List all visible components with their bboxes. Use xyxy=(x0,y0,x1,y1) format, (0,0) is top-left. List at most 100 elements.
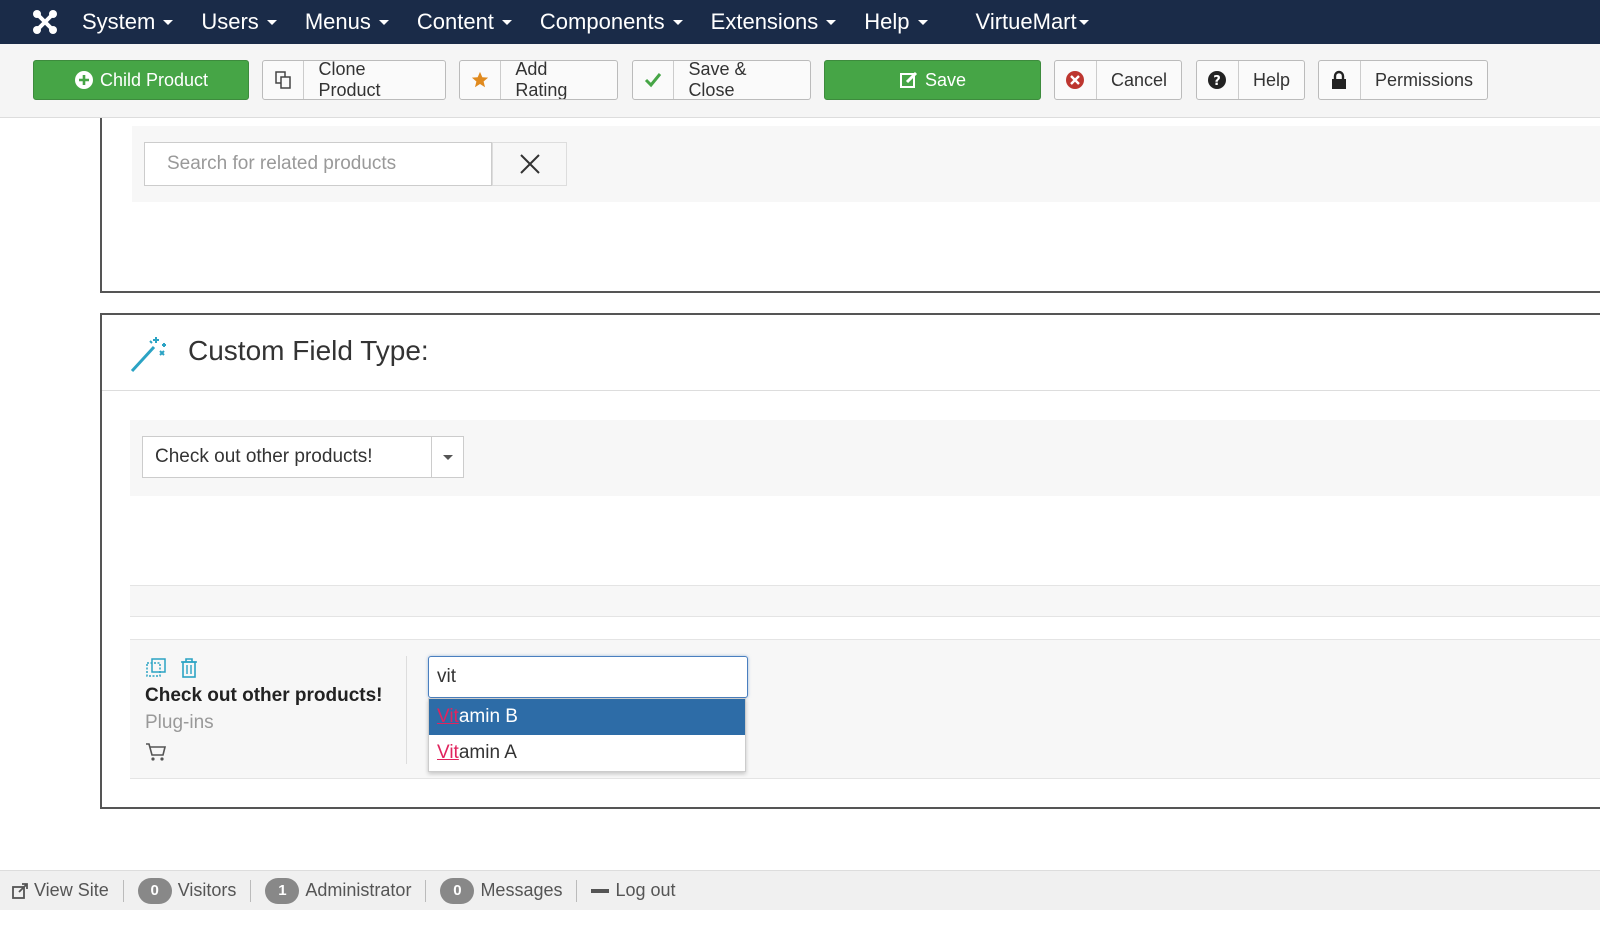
row-divider xyxy=(406,656,407,764)
caret-down-icon xyxy=(501,19,512,25)
autocomplete-dropdown: Vit amin B Vit amin A xyxy=(428,698,746,772)
menu-label: System xyxy=(82,9,156,34)
view-site-label: View Site xyxy=(34,880,109,900)
logout-label: Log out xyxy=(615,880,676,900)
magic-wand-icon xyxy=(130,337,166,373)
add-rating-button[interactable]: Add Rating xyxy=(459,60,618,100)
menu-virtuemart[interactable]: VirtueMart xyxy=(962,0,1103,44)
menu-label: Users xyxy=(201,9,259,34)
messages-label: Messages xyxy=(480,880,563,900)
button-label: Clone Product xyxy=(318,60,381,100)
caret-down-icon xyxy=(826,19,837,25)
menu-label: VirtueMart xyxy=(975,9,1077,34)
copy-icon xyxy=(263,61,305,99)
divider xyxy=(425,879,427,902)
custom-field-header: Custom Field Type: xyxy=(102,315,1600,391)
divider xyxy=(576,879,578,902)
toolbar: Child Product Clone Product Add Rating S… xyxy=(0,44,1600,118)
caret-down-icon xyxy=(917,19,928,25)
external-link-icon xyxy=(12,882,28,899)
check-icon xyxy=(633,61,675,99)
permissions-button[interactable]: Permissions xyxy=(1318,60,1488,100)
top-nav: System Users Menus Content Components Ex… xyxy=(0,0,1600,44)
admin-badge: 1 xyxy=(265,877,300,904)
chevron-down-icon xyxy=(431,437,463,477)
menu-label: Help xyxy=(864,9,910,34)
menu-label: Content xyxy=(416,9,494,34)
cancel-circle-icon xyxy=(1055,61,1097,99)
button-label: Help xyxy=(1252,69,1290,90)
option-rest: amin A xyxy=(458,742,517,763)
child-product-button[interactable]: Child Product xyxy=(33,60,249,100)
caret-down-icon xyxy=(378,19,389,25)
trash-icon[interactable] xyxy=(180,658,198,678)
messages-badge: 0 xyxy=(440,877,475,904)
match-highlight: Vit xyxy=(437,742,459,763)
menu-content[interactable]: Content xyxy=(403,0,526,44)
clone-icon[interactable] xyxy=(146,658,166,678)
divider xyxy=(122,879,124,902)
save-button[interactable]: Save xyxy=(824,60,1041,100)
clone-product-button[interactable]: Clone Product xyxy=(262,60,446,100)
menu-extensions[interactable]: Extensions xyxy=(697,0,851,44)
option-rest: amin B xyxy=(458,706,518,727)
custom-field-type-select[interactable]: Check out other products! xyxy=(142,436,464,478)
autocomplete-option[interactable]: Vit amin A xyxy=(429,735,745,771)
field-type: Plug-ins xyxy=(145,712,214,733)
button-label: Save xyxy=(924,69,967,90)
menu-users[interactable]: Users xyxy=(187,0,290,44)
edit-icon xyxy=(899,71,918,88)
visitors-status: 0 Visitors xyxy=(137,877,237,904)
autocomplete-option[interactable]: Vit amin B xyxy=(429,699,745,735)
cancel-button[interactable]: Cancel xyxy=(1054,60,1182,100)
button-label: Save & Close xyxy=(688,60,747,100)
related-product-autocomplete-input[interactable] xyxy=(428,656,748,698)
clear-search-button[interactable] xyxy=(492,142,567,186)
status-bar: View Site 0 Visitors 1 Administrator 0 M… xyxy=(0,870,1600,910)
visitors-badge: 0 xyxy=(137,877,172,904)
button-label: Add Rating xyxy=(515,60,568,100)
close-icon xyxy=(519,154,540,174)
menu-label: Components xyxy=(539,9,665,34)
select-value: Check out other products! xyxy=(155,446,373,467)
row-actions xyxy=(146,658,198,678)
cart-icon[interactable] xyxy=(145,742,167,762)
minus-icon xyxy=(591,888,610,893)
svg-text:?: ? xyxy=(1214,74,1222,89)
caret-down-icon xyxy=(1078,19,1089,25)
related-search-strip xyxy=(132,126,1600,202)
messages-link[interactable]: 0 Messages xyxy=(440,877,563,904)
administrator-label: Administrator xyxy=(305,880,412,900)
administrator-status: 1 Administrator xyxy=(265,877,412,904)
save-close-button[interactable]: Save & Close xyxy=(632,60,811,100)
field-type-strip: Check out other products! xyxy=(130,420,1600,496)
menu-system[interactable]: System xyxy=(68,0,187,44)
custom-field-panel: Custom Field Type: Check out other produ… xyxy=(100,313,1600,809)
menu-components[interactable]: Components xyxy=(526,0,697,44)
divider xyxy=(250,879,252,902)
logout-link[interactable]: Log out xyxy=(591,880,676,901)
lock-icon xyxy=(1319,61,1361,99)
custom-field-row: Check out other products! Plug-ins Vitam… xyxy=(130,639,1600,779)
menu-help[interactable]: Help xyxy=(850,0,941,44)
page-bottom xyxy=(0,910,1600,930)
related-search-input[interactable] xyxy=(144,142,492,186)
menu-label: Extensions xyxy=(710,9,819,34)
panel-title: Custom Field Type: xyxy=(188,335,429,366)
caret-down-icon xyxy=(266,19,277,25)
button-label: Cancel xyxy=(1110,69,1167,90)
view-site-link[interactable]: View Site xyxy=(12,880,109,901)
caret-down-icon xyxy=(672,19,683,25)
plus-circle-icon xyxy=(74,71,93,89)
joomla-logo-icon[interactable] xyxy=(22,0,68,44)
help-button[interactable]: ? Help xyxy=(1196,60,1305,100)
match-highlight: Vit xyxy=(437,706,459,727)
visitors-label: Visitors xyxy=(177,880,237,900)
question-circle-icon: ? xyxy=(1197,61,1239,99)
star-icon xyxy=(460,61,502,99)
menu-menus[interactable]: Menus xyxy=(291,0,403,44)
menu-label: Menus xyxy=(304,9,371,34)
caret-down-icon xyxy=(163,19,174,25)
button-label: Permissions xyxy=(1374,69,1473,90)
separator-strip xyxy=(130,585,1600,617)
